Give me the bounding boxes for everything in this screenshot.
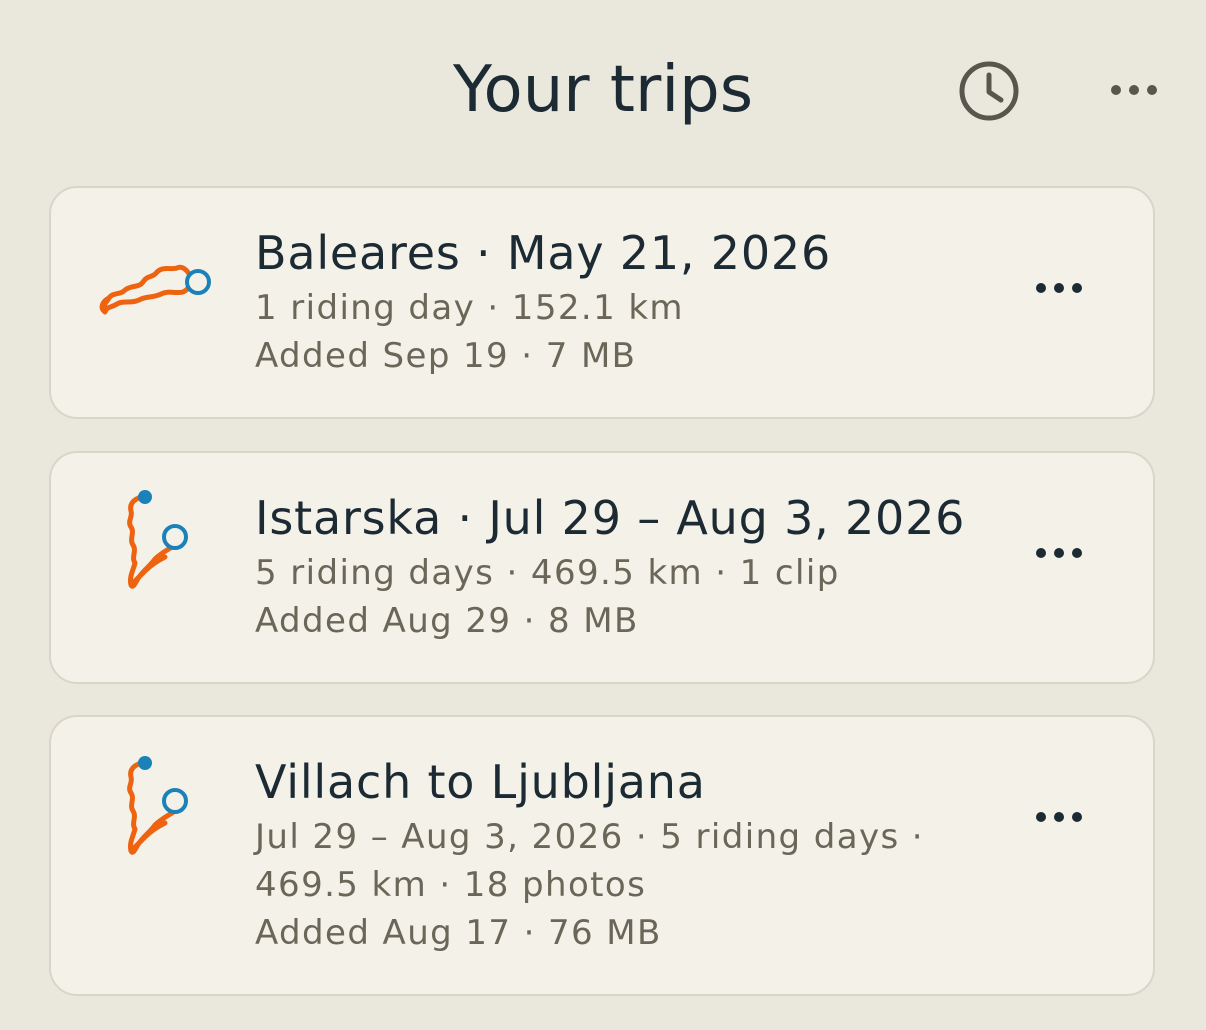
- route-map-thumbnail: [99, 264, 211, 315]
- trip-card-istarska[interactable]: Istarska · Jul 29 – Aug 3, 2026 5 riding…: [49, 451, 1155, 684]
- header-more-button[interactable]: [1104, 70, 1166, 110]
- trip-distance-photos: 469.5 km · 18 photos: [255, 865, 647, 905]
- end-marker: [138, 756, 152, 770]
- trip-added: Added Sep 19 · 7 MB: [255, 336, 637, 376]
- history-button[interactable]: [956, 58, 1022, 124]
- more-horizontal-icon: [1036, 812, 1082, 822]
- trip-title: Istarska · Jul 29 – Aug 3, 2026: [255, 491, 966, 545]
- trip-title: Baleares · May 21, 2026: [255, 226, 832, 280]
- start-marker: [162, 788, 188, 814]
- trip-added: Added Aug 29 · 8 MB: [255, 601, 639, 641]
- route-map-thumbnail: [127, 490, 188, 589]
- trip-card-baleares[interactable]: Baleares · May 21, 2026 1 riding day · 1…: [49, 186, 1155, 419]
- trip-card-villach-to-ljubljana[interactable]: Villach to Ljubljana Jul 29 – Aug 3, 202…: [49, 715, 1155, 996]
- end-marker: [138, 490, 152, 504]
- trip-more-button[interactable]: [1029, 533, 1089, 573]
- top-bar: Your trips: [0, 0, 1206, 180]
- page-title: Your trips: [452, 53, 754, 127]
- more-horizontal-icon: [1111, 85, 1157, 95]
- trip-dates-stats: Jul 29 – Aug 3, 2026 · 5 riding days ·: [255, 817, 925, 857]
- trip-stats: 5 riding days · 469.5 km · 1 clip: [255, 553, 840, 593]
- trip-title: Villach to Ljubljana: [255, 755, 706, 809]
- more-horizontal-icon: [1036, 548, 1082, 558]
- route-map-thumbnail: [127, 756, 188, 855]
- trip-stats: 1 riding day · 152.1 km: [255, 288, 684, 328]
- route-line: [99, 264, 194, 315]
- trip-more-button[interactable]: [1029, 797, 1089, 837]
- more-horizontal-icon: [1036, 283, 1082, 293]
- start-marker: [162, 524, 188, 550]
- clock-icon: [959, 61, 1019, 121]
- start-marker: [185, 269, 211, 295]
- trip-more-button[interactable]: [1029, 268, 1089, 308]
- trip-added: Added Aug 17 · 76 MB: [255, 913, 662, 953]
